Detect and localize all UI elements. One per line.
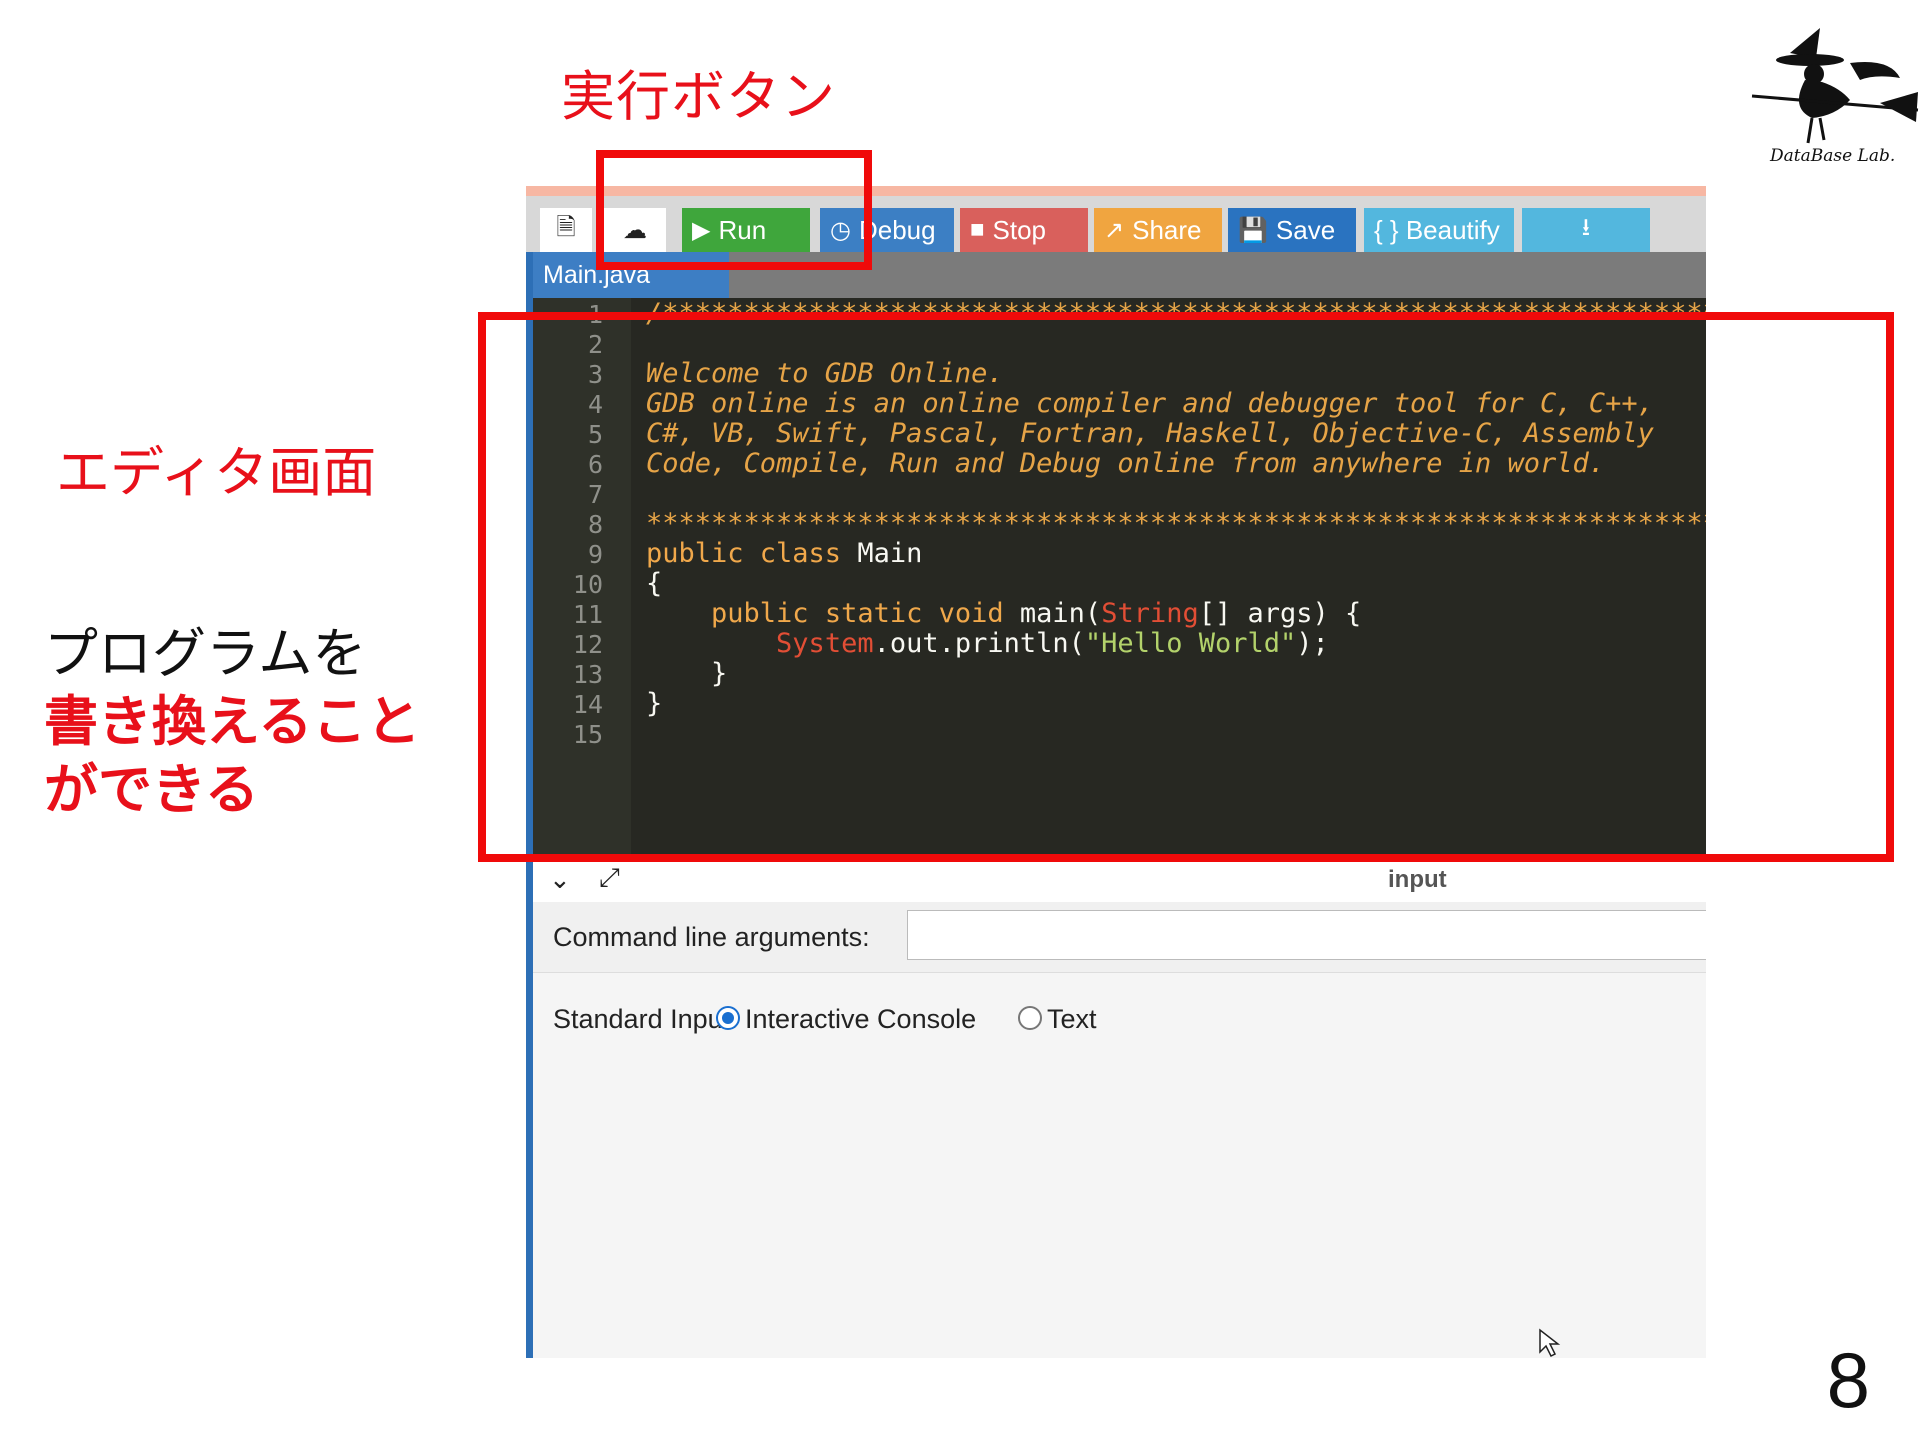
code-line: Welcome to GDB Online. <box>646 358 1004 389</box>
page-number: 8 <box>1826 1336 1870 1424</box>
debug-label: Debug <box>858 214 936 245</box>
line-number-gutter: 1 2 3 4 5 6 7 8 9 10 11 12 13 14 15 <box>533 298 631 854</box>
run-button-annotation: 実行ボタン <box>561 65 836 128</box>
play-icon: ▶ <box>692 216 711 244</box>
editor-annotation: エディタ画面 <box>56 441 377 504</box>
method-name: main( <box>1019 598 1102 629</box>
download-icon: ⭳ <box>1581 213 1591 241</box>
description-line-3: ができる <box>44 758 259 821</box>
stdin-label: Standard Input: <box>553 1004 738 1034</box>
description-annotation: プログラムを 書き換えること ができる <box>44 620 420 824</box>
new-file-button[interactable]: 🗎 <box>540 208 592 252</box>
save-button[interactable]: 💾 Save <box>1228 208 1356 252</box>
io-panel-header: ⌄ ⤢ input <box>533 858 1706 902</box>
share-button[interactable]: ↗ Share <box>1094 208 1222 252</box>
option-text: Text <box>1047 1004 1097 1034</box>
stop-square-icon: ■ <box>970 216 985 243</box>
save-label: Save <box>1275 214 1336 245</box>
line-number: 11 <box>572 600 603 629</box>
description-line-2: 書き換えること <box>44 690 421 753</box>
stop-button[interactable]: ■ Stop <box>960 208 1088 252</box>
expand-arrows-icon[interactable]: ⤢ <box>599 862 620 894</box>
download-button[interactable]: ⭳ <box>1522 208 1650 252</box>
command-line-args-row: Command line arguments: <box>533 902 1706 973</box>
line-number: 15 <box>572 720 603 749</box>
collapse-chevron-icon[interactable]: ⌄ <box>549 864 571 895</box>
beautify-label: { } Beautify <box>1374 214 1500 245</box>
file-icon: 🗎 <box>556 213 576 241</box>
radio-text[interactable] <box>1018 1006 1042 1030</box>
line-number: 10 <box>572 570 603 599</box>
line-number: 8 <box>587 510 603 539</box>
keyword: public static void <box>711 598 1004 629</box>
tab-bar: Main.java <box>533 252 1706 298</box>
mouse-cursor-icon <box>1539 1328 1561 1358</box>
option-interactive-console: Interactive Console <box>745 1004 977 1034</box>
line-number: 7 <box>587 480 603 509</box>
share-label: Share <box>1132 214 1202 245</box>
cloud-upload-icon: ☁ <box>623 216 647 244</box>
logo-text: DataBase Lab. <box>1770 146 1896 166</box>
keyword: public class <box>646 538 842 569</box>
left-border <box>526 186 533 1358</box>
code-text: .out.println( <box>873 628 1085 659</box>
io-panel-label: input <box>1388 866 1447 893</box>
run-button[interactable]: ▶ Run <box>682 208 810 252</box>
code-line: public static void main(String[] args) { <box>646 598 1361 629</box>
run-label: Run <box>718 214 767 245</box>
string-literal: "Hello World" <box>1084 628 1297 659</box>
code-text: ); <box>1296 628 1329 659</box>
radio-interactive-console[interactable] <box>716 1006 740 1030</box>
line-number: 13 <box>572 660 603 689</box>
code-line: System.out.println("Hello World"); <box>646 628 1329 659</box>
code-line: } <box>646 688 663 719</box>
share-icon: ↗ <box>1104 216 1125 244</box>
online-gdb-ide: 🗎 ☁ ▶ Run ◷ Debug ■ Stop ↗ Share 💾 Save … <box>526 186 1706 1358</box>
args-label: Command line arguments: <box>553 922 870 952</box>
code-line: } <box>646 658 727 689</box>
line-number: 12 <box>572 630 603 659</box>
args-input[interactable] <box>907 910 1706 960</box>
code-editor[interactable]: 1 2 3 4 5 6 7 8 9 10 11 12 13 14 15 /***… <box>533 298 1706 854</box>
standard-input-row: Standard Input: Interactive Console Text <box>533 986 1706 1046</box>
code-text: [] args) { <box>1198 598 1362 629</box>
debug-button[interactable]: ◷ Debug <box>820 208 954 252</box>
line-number: 6 <box>587 450 603 479</box>
code-line: public class Main <box>646 538 922 569</box>
top-stripe <box>526 186 1706 196</box>
line-number: 1 <box>587 300 603 329</box>
code-text: } <box>711 658 728 689</box>
type-name: System <box>776 628 874 659</box>
line-number: 14 <box>572 690 603 719</box>
floppy-disk-icon: 💾 <box>1238 216 1268 244</box>
code-line: { <box>646 568 663 599</box>
code-line: Code, Compile, Run and Debug online from… <box>646 448 1606 479</box>
line-number: 9 <box>587 540 603 569</box>
tab-main-java[interactable]: Main.java <box>533 252 729 298</box>
debug-play-circle-icon: ◷ <box>830 216 851 244</box>
upload-button[interactable]: ☁ <box>604 208 666 252</box>
type-name: String <box>1101 598 1199 629</box>
code-line: GDB online is an online compiler and deb… <box>646 388 1654 419</box>
beautify-button[interactable]: { } Beautify <box>1364 208 1514 252</box>
description-line-1: プログラムを <box>44 622 367 685</box>
code-line: C#, VB, Swift, Pascal, Fortran, Haskell,… <box>646 418 1654 449</box>
code-line: ****************************************… <box>646 508 1706 539</box>
class-name: Main <box>857 538 923 569</box>
toolbar: 🗎 ☁ ▶ Run ◷ Debug ■ Stop ↗ Share 💾 Save … <box>526 196 1706 252</box>
stop-label: Stop <box>992 214 1047 245</box>
line-number: 2 <box>587 330 603 359</box>
line-number: 4 <box>587 390 603 419</box>
line-number: 3 <box>587 360 603 389</box>
code-line: /***************************************… <box>646 298 1706 329</box>
line-number: 5 <box>587 420 603 449</box>
